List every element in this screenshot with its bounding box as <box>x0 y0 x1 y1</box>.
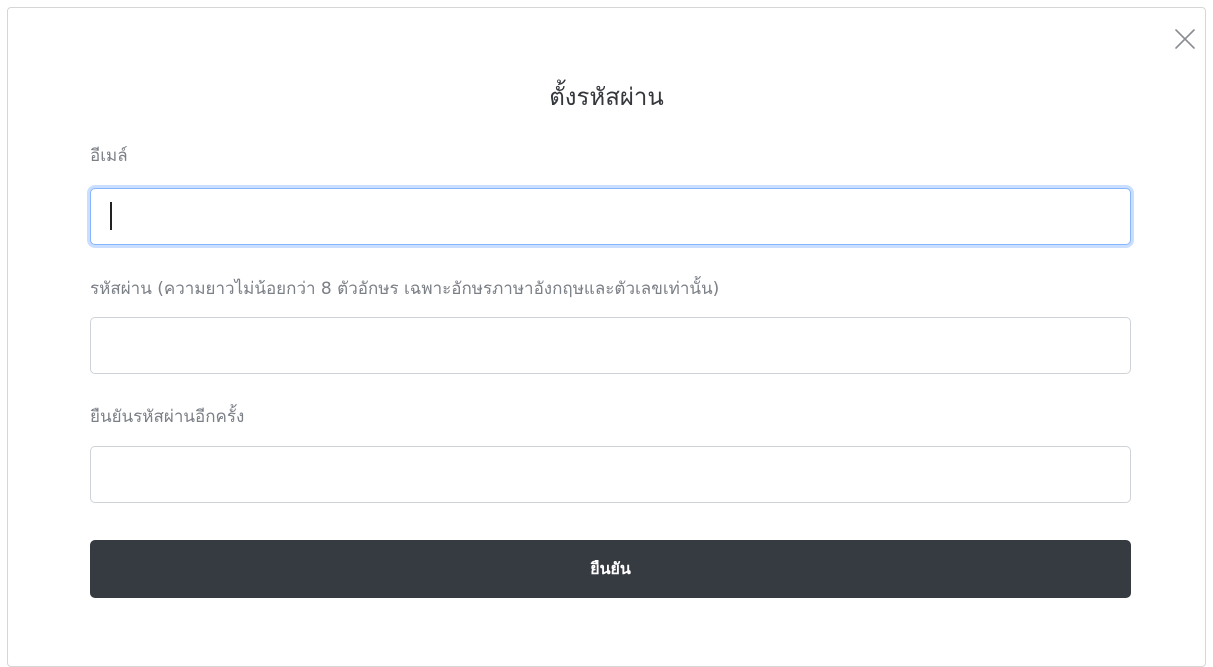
confirm-password-label: ยืนยันรหัสผ่านอีกครั้ง <box>90 407 245 427</box>
email-field[interactable] <box>90 188 1131 245</box>
dialog-title: ตั้งรหัสผ่าน <box>549 83 664 111</box>
email-label: อีเมล์ <box>90 146 128 166</box>
close-button[interactable] <box>1172 26 1198 52</box>
confirm-password-field[interactable] <box>90 446 1131 503</box>
password-field[interactable] <box>90 317 1131 374</box>
password-label: รหัสผ่าน (ความยาวไม่น้อยกว่า 8 ตัวอักษร … <box>90 279 720 299</box>
confirm-button[interactable]: ยืนยัน <box>90 540 1131 598</box>
close-icon <box>1175 29 1195 49</box>
text-caret <box>110 202 112 230</box>
